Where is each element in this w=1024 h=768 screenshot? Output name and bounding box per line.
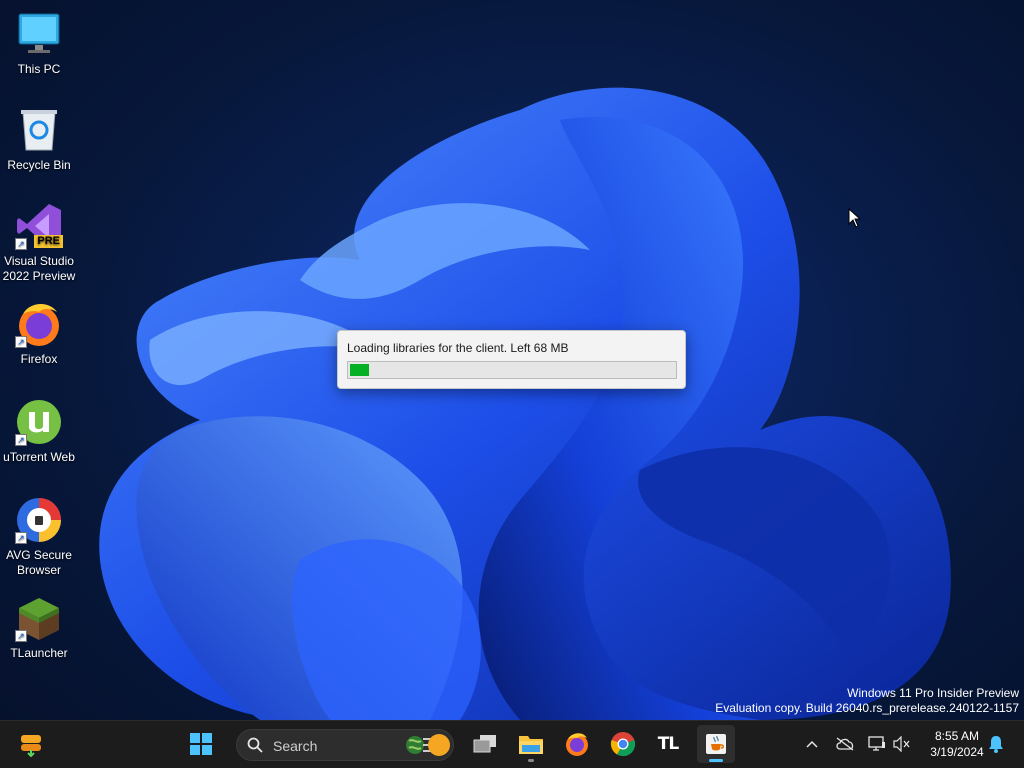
shortcut-arrow-icon: ↗ — [15, 630, 27, 642]
desktop-icon-firefox[interactable]: ↗ Firefox — [0, 300, 78, 367]
chrome-icon — [610, 732, 636, 757]
notifications-button[interactable] — [984, 725, 1008, 763]
taskbar-chrome[interactable] — [604, 725, 642, 763]
desktop-icon-tlauncher[interactable]: ↗ TLauncher — [0, 594, 78, 661]
desktop-icon-recycle-bin[interactable]: Recycle Bin — [0, 106, 78, 173]
search-icon — [247, 737, 263, 753]
shortcut-arrow-icon: ↗ — [15, 434, 27, 446]
taskbar-search-box[interactable]: Search — [236, 729, 454, 761]
bell-icon — [989, 736, 1003, 753]
taskbar-java[interactable] — [697, 725, 735, 763]
taskbar-file-explorer[interactable] — [512, 725, 550, 763]
desktop-icon-label: Firefox — [20, 352, 58, 366]
widgets-button[interactable] — [12, 725, 50, 763]
progress-fill — [350, 364, 369, 376]
shortcut-arrow-icon: ↗ — [15, 532, 27, 544]
java-icon — [706, 734, 726, 754]
start-button[interactable] — [182, 725, 220, 763]
utorrent-icon: ↗ — [15, 398, 63, 446]
loading-dialog: Loading libraries for the client. Left 6… — [337, 330, 686, 389]
volume-muted-icon — [893, 736, 910, 752]
watermark-build: Evaluation copy. Build 26040.rs_prerelea… — [715, 701, 1019, 715]
preview-badge: PRE — [34, 235, 63, 248]
loading-progress-bar — [347, 361, 677, 379]
onedrive-button[interactable] — [832, 725, 858, 763]
windows-watermark: Windows 11 Pro Insider Preview Evaluatio… — [715, 686, 1019, 716]
desktop-icon-label: This PC — [17, 62, 61, 76]
widgets-icon — [21, 735, 41, 757]
desktop-icon-visual-studio[interactable]: PRE ↗ Visual Studio 2022 Preview — [0, 202, 78, 284]
network-button[interactable] — [864, 725, 890, 763]
desktop-icon-label: Recycle Bin — [7, 158, 71, 172]
taskbar: Search TL 8:55 AM 3/19/2024 — [0, 720, 1024, 768]
desktop-icon-label: AVG Secure Browser — [6, 548, 72, 577]
desktop-icon-label: Visual Studio 2022 Preview — [2, 254, 76, 283]
shortcut-arrow-icon: ↗ — [15, 336, 27, 348]
taskbar-firefox[interactable] — [558, 725, 596, 763]
volume-button[interactable] — [890, 725, 914, 763]
search-label: Search — [273, 738, 318, 754]
clock-button[interactable]: 8:55 AM 3/19/2024 — [922, 725, 992, 763]
taskbar-tlauncher[interactable]: TL — [649, 725, 687, 763]
watermark-edition: Windows 11 Pro Insider Preview — [847, 686, 1019, 700]
cloud-offline-icon — [836, 737, 854, 751]
clock-time: 8:55 AM — [934, 729, 980, 743]
desktop-icon-utorrent-web[interactable]: ↗ uTorrent Web — [0, 398, 78, 465]
firefox-icon — [566, 733, 588, 756]
file-explorer-icon — [519, 736, 543, 754]
clock-date: 3/19/2024 — [930, 745, 984, 759]
shortcut-arrow-icon: ↗ — [15, 238, 27, 250]
desktop-icon-label: uTorrent Web — [3, 450, 75, 464]
task-view-button[interactable] — [466, 725, 504, 763]
search-highlight-icon — [406, 734, 450, 756]
windows-logo-icon — [190, 733, 212, 755]
show-hidden-icons-button[interactable] — [800, 725, 824, 763]
monitor-icon — [15, 10, 63, 58]
recycle-bin-icon — [15, 106, 63, 154]
active-indicator — [709, 759, 723, 762]
tlauncher-icon: TL — [657, 734, 679, 754]
network-icon — [868, 736, 885, 751]
minecraft-grass-block-icon: ↗ — [15, 594, 63, 642]
firefox-icon: ↗ — [15, 300, 63, 348]
visual-studio-icon: PRE ↗ — [15, 202, 63, 250]
desktop-icon-avg-secure-browser[interactable]: ↗ AVG Secure Browser — [0, 496, 78, 578]
avg-browser-icon: ↗ — [15, 496, 63, 544]
chevron-up-icon — [806, 740, 818, 748]
mouse-pointer-icon — [848, 208, 862, 228]
task-view-icon — [473, 735, 496, 753]
loading-message: Loading libraries for the client. Left 6… — [347, 341, 569, 355]
desktop-icon-label: TLauncher — [10, 646, 68, 660]
running-indicator — [528, 759, 534, 762]
desktop-icon-this-pc[interactable]: This PC — [0, 10, 78, 77]
